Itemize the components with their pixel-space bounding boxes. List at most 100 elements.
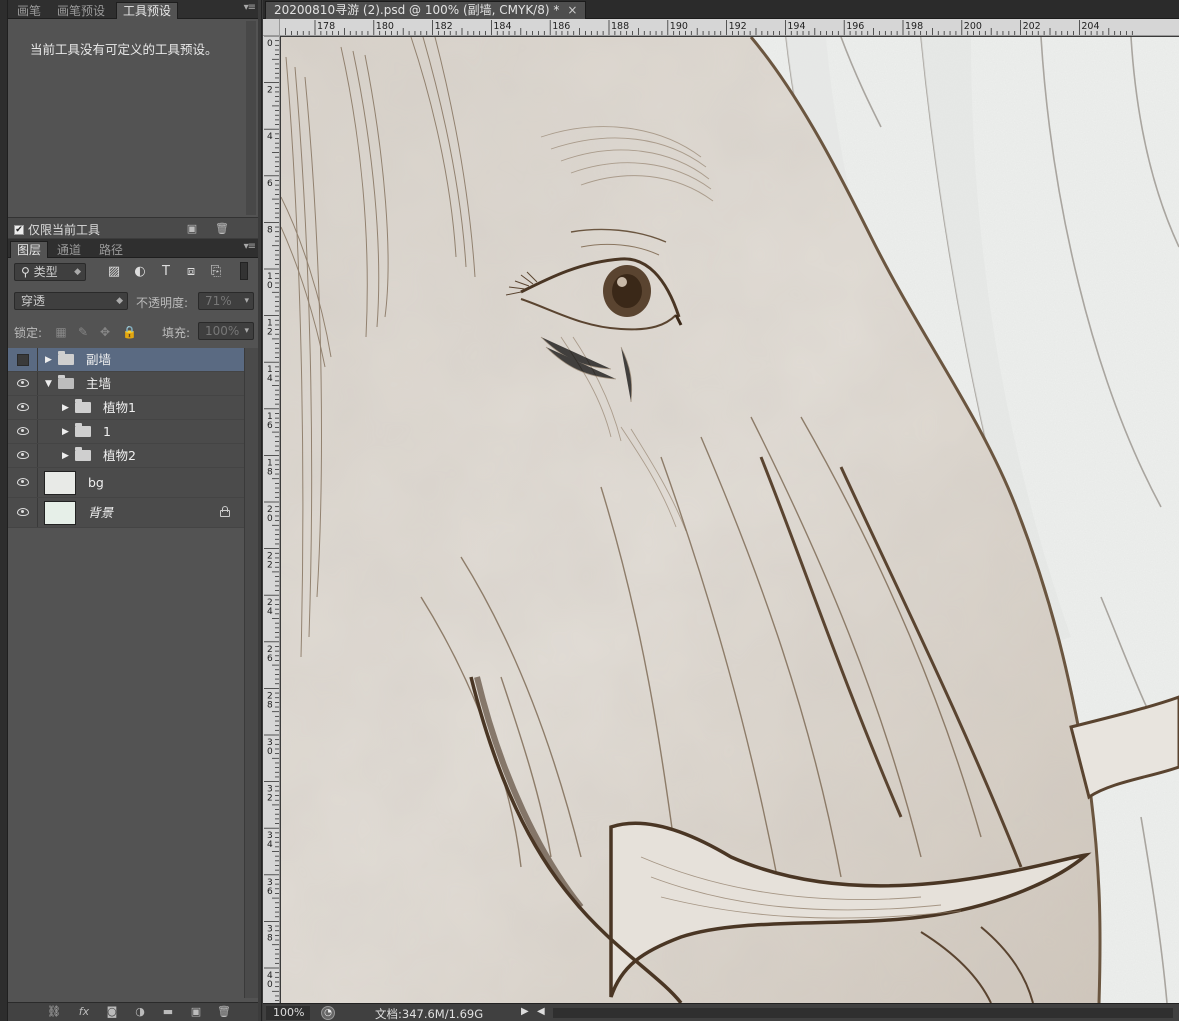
collapse-arrow-icon[interactable]: ▼ — [45, 378, 52, 390]
folder-open-icon — [58, 374, 74, 389]
ruler-label: 190 — [670, 21, 688, 32]
delete-layer-icon[interactable]: 🗑 — [216, 1005, 232, 1019]
panel-menu-icon[interactable]: ▾≡ — [244, 2, 256, 13]
horizontal-ruler[interactable]: 178 180 182 184 186 188 190 192 194 196 198 200 202 2… — [263, 19, 1179, 36]
opacity-field[interactable]: 71% ▾ — [198, 292, 254, 310]
folder-icon — [75, 446, 91, 461]
link-layers-icon[interactable]: ⛓ — [46, 1005, 62, 1019]
ruler-label: 188 — [611, 21, 629, 32]
add-mask-icon[interactable]: ◙ — [104, 1005, 120, 1019]
ruler-label: 194 — [787, 21, 805, 32]
ruler-label: 196 — [846, 21, 864, 32]
new-group-icon[interactable]: ▬ — [160, 1005, 176, 1019]
ruler-label: 2 — [267, 328, 273, 338]
tab-tool-presets[interactable]: 工具预设 — [116, 2, 179, 19]
chevron-down-icon: ▾ — [244, 296, 249, 306]
layer-row[interactable]: bg — [8, 468, 244, 498]
layers-footer: ⛓ fx ◙ ◑ ▬ ▣ 🗑 — [8, 1002, 258, 1021]
ruler-label: 198 — [905, 21, 923, 32]
lock-label: 锁定: — [14, 326, 43, 340]
only-current-label: 仅限当前工具 — [28, 223, 101, 237]
layer-row[interactable]: 背景 — [8, 498, 244, 528]
tool-presets-panel: 当前工具没有可定义的工具预设。 — [8, 19, 258, 217]
eye-icon — [17, 507, 29, 516]
ruler-label: 4 — [267, 607, 273, 617]
lock-position-icon[interactable]: ✥ — [98, 325, 112, 339]
expand-arrow-icon[interactable]: ▶ — [62, 402, 69, 414]
expand-arrow-icon[interactable]: ▶ — [62, 426, 69, 438]
layer-row[interactable]: ▼ 主墙 — [8, 372, 244, 396]
status-info-icon[interactable]: ◔ — [321, 1006, 335, 1020]
ruler-label: 8 — [267, 225, 273, 235]
lock-image-icon[interactable]: ✎ — [76, 325, 90, 339]
layer-row[interactable]: ▶ 植物1 — [8, 396, 244, 420]
horizontal-scrollbar[interactable] — [553, 1008, 1173, 1018]
layers-tabbar: 图层 通道 路径 ▾≡ — [8, 239, 258, 258]
only-current-tool-checkbox[interactable]: ✔ 仅限当前工具 — [14, 221, 100, 238]
layer-row[interactable]: ▶ 植物2 — [8, 444, 244, 468]
shape-filter-icon[interactable]: ⧈ — [183, 264, 199, 280]
canvas[interactable] — [281, 37, 1179, 1003]
expand-arrow-icon[interactable]: ▶ — [45, 354, 52, 366]
tab-brush-presets[interactable]: 画笔预设 — [50, 2, 112, 19]
visibility-toggle[interactable] — [8, 396, 38, 419]
fx-icon[interactable]: fx — [76, 1005, 92, 1019]
tab-channels[interactable]: 通道 — [50, 241, 88, 258]
filter-toggle[interactable] — [240, 262, 248, 280]
visibility-toggle[interactable] — [8, 348, 38, 371]
tab-paths[interactable]: 路径 — [92, 241, 130, 258]
fill-field[interactable]: 100% ▾ — [198, 322, 254, 340]
blend-mode-select[interactable]: 穿透 ◆ — [14, 292, 128, 310]
preset-footer: ✔ 仅限当前工具 ▣ 🗑 — [8, 217, 258, 238]
layer-name: bg — [88, 474, 104, 490]
ruler-label: 0 — [267, 747, 273, 757]
layers-panel-menu-icon[interactable]: ▾≡ — [244, 241, 256, 252]
scroll-left-icon[interactable]: ◀ — [537, 1006, 545, 1017]
new-preset-icon[interactable]: ▣ — [184, 222, 200, 236]
smart-object-filter-icon[interactable]: ⎘ — [208, 264, 224, 280]
folder-icon — [75, 422, 91, 437]
close-icon[interactable]: × — [567, 3, 577, 17]
visibility-toggle[interactable] — [8, 498, 38, 527]
layer-name: 背景 — [88, 504, 114, 520]
layer-filter-select[interactable]: ⚲ 类型 ◆ — [14, 263, 86, 281]
expand-arrow-icon[interactable]: ▶ — [62, 450, 69, 462]
vertical-ruler[interactable]: 024681012141618202224262830323436384042 — [263, 36, 280, 1003]
lock-transparent-icon[interactable]: ▦ — [54, 325, 68, 339]
ruler-label: 4 — [267, 374, 273, 384]
visibility-toggle[interactable] — [8, 444, 38, 467]
adjustment-layer-icon[interactable]: ◑ — [132, 1005, 148, 1019]
ruler-label: 186 — [552, 21, 570, 32]
ruler-origin[interactable] — [263, 19, 280, 36]
new-layer-icon[interactable]: ▣ — [188, 1005, 204, 1019]
adjustment-filter-icon[interactable]: ◐ — [132, 264, 148, 280]
status-menu-arrow-icon[interactable]: ▶ — [521, 1006, 529, 1017]
preset-scrollbar[interactable] — [246, 21, 256, 215]
layers-scrollbar[interactable] — [244, 348, 258, 998]
lock-all-icon[interactable]: 🔒 — [122, 325, 137, 339]
delete-preset-icon[interactable]: 🗑 — [214, 222, 230, 236]
checkbox-icon[interactable]: ✔ — [14, 224, 24, 235]
visibility-toggle[interactable] — [8, 468, 38, 497]
layer-row[interactable]: ▶ 1 — [8, 420, 244, 444]
ruler-label: 6 — [267, 179, 273, 189]
ruler-label: 4 — [267, 132, 273, 142]
document-tab[interactable]: 20200810寻游 (2).psd @ 100% (副墙, CMYK/8) *… — [265, 1, 587, 19]
layer-row[interactable]: ▶ 副墙 — [8, 348, 244, 372]
visibility-toggle[interactable] — [8, 420, 38, 443]
hidden-box-icon — [17, 353, 29, 366]
ruler-label: 204 — [1081, 21, 1099, 32]
zoom-field[interactable]: 100% — [266, 1006, 310, 1020]
pixel-filter-icon[interactable]: ▨ — [106, 264, 122, 280]
type-filter-icon[interactable]: T — [158, 264, 174, 280]
ruler-ticks: 178 180 182 184 186 188 190 192 194 196 198 200 202 2… — [285, 20, 1133, 35]
tab-brush[interactable]: 画笔 — [10, 2, 48, 19]
visibility-toggle[interactable] — [8, 372, 38, 395]
ruler-label: 0 — [267, 281, 273, 291]
tab-layers[interactable]: 图层 — [10, 241, 49, 258]
document-tabbar: 20200810寻游 (2).psd @ 100% (副墙, CMYK/8) *… — [263, 0, 1179, 19]
search-icon: ⚲ — [21, 265, 34, 279]
ruler-label: 6 — [267, 421, 273, 431]
ruler-label: 202 — [1023, 21, 1041, 32]
layer-name: 主墙 — [86, 375, 112, 391]
